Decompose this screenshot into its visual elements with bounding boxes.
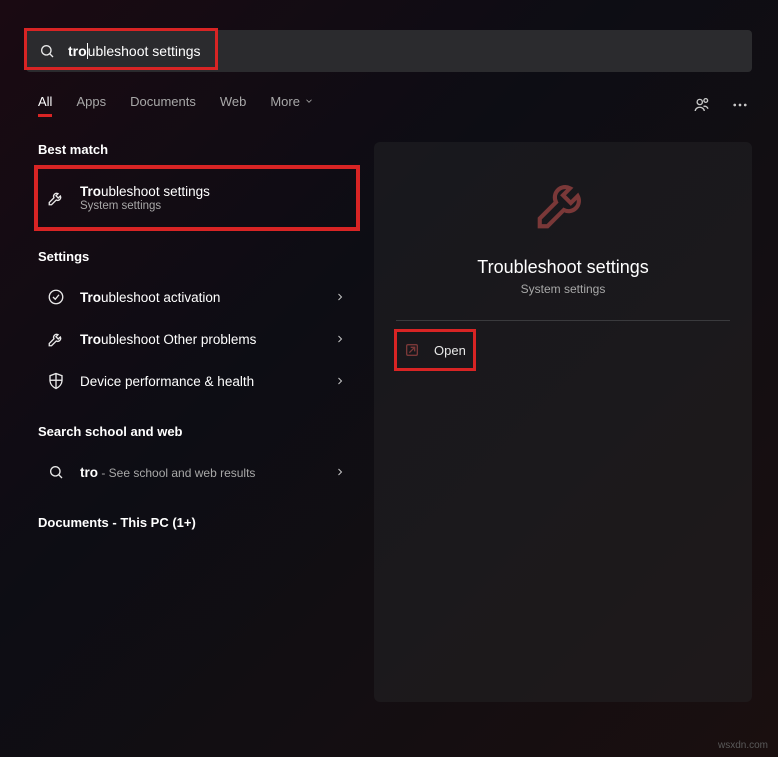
result-subtitle: System settings bbox=[80, 200, 348, 212]
more-options-icon[interactable] bbox=[728, 93, 752, 117]
result-web-search[interactable]: tro - See school and web results bbox=[38, 451, 356, 493]
chevron-right-icon bbox=[332, 466, 348, 478]
search-icon bbox=[46, 462, 66, 482]
open-icon bbox=[404, 342, 420, 358]
open-label: Open bbox=[434, 343, 466, 358]
divider bbox=[396, 320, 730, 321]
result-device-health[interactable]: Device performance & health bbox=[38, 360, 356, 402]
tab-web[interactable]: Web bbox=[220, 94, 247, 117]
search-bar[interactable]: troubleshoot settings bbox=[26, 30, 752, 72]
preview-title: Troubleshoot settings bbox=[396, 257, 730, 278]
chevron-right-icon bbox=[332, 291, 348, 303]
result-title: Troubleshoot activation bbox=[80, 290, 318, 305]
tab-documents[interactable]: Documents bbox=[130, 94, 196, 117]
shield-icon bbox=[46, 371, 66, 391]
tab-all[interactable]: All bbox=[38, 94, 52, 117]
check-circle-icon bbox=[46, 287, 66, 307]
wrench-icon bbox=[46, 329, 66, 349]
result-title: Troubleshoot Other problems bbox=[80, 332, 318, 347]
wrench-icon bbox=[46, 188, 66, 208]
search-icon bbox=[26, 43, 68, 59]
result-title: Device performance & health bbox=[80, 374, 318, 389]
result-title: tro - See school and web results bbox=[80, 465, 318, 480]
wrench-icon bbox=[532, 172, 594, 239]
filter-tabs: All Apps Documents Web More bbox=[0, 86, 778, 124]
preview-pane: Troubleshoot settings System settings Op… bbox=[374, 142, 752, 702]
section-search-web: Search school and web bbox=[38, 424, 356, 439]
watermark: wsxdn.com bbox=[718, 740, 768, 751]
search-input[interactable]: troubleshoot settings bbox=[68, 43, 201, 59]
open-button[interactable]: Open bbox=[396, 331, 730, 369]
chevron-down-icon bbox=[304, 96, 314, 106]
section-best-match: Best match bbox=[38, 142, 356, 157]
preview-subtitle: System settings bbox=[396, 282, 730, 296]
results-list: Best match Troubleshoot settings System … bbox=[38, 142, 356, 702]
result-troubleshoot-other[interactable]: Troubleshoot Other problems bbox=[38, 318, 356, 360]
chevron-right-icon bbox=[332, 333, 348, 345]
accounts-icon[interactable] bbox=[690, 93, 714, 117]
result-troubleshoot-activation[interactable]: Troubleshoot activation bbox=[38, 276, 356, 318]
result-title: Troubleshoot settings bbox=[80, 184, 348, 199]
result-troubleshoot-settings[interactable]: Troubleshoot settings System settings bbox=[38, 169, 356, 227]
section-documents-pc[interactable]: Documents - This PC (1+) bbox=[38, 515, 356, 530]
section-settings: Settings bbox=[38, 249, 356, 264]
tab-more[interactable]: More bbox=[270, 94, 314, 117]
chevron-right-icon bbox=[332, 375, 348, 387]
tab-apps[interactable]: Apps bbox=[76, 94, 106, 117]
